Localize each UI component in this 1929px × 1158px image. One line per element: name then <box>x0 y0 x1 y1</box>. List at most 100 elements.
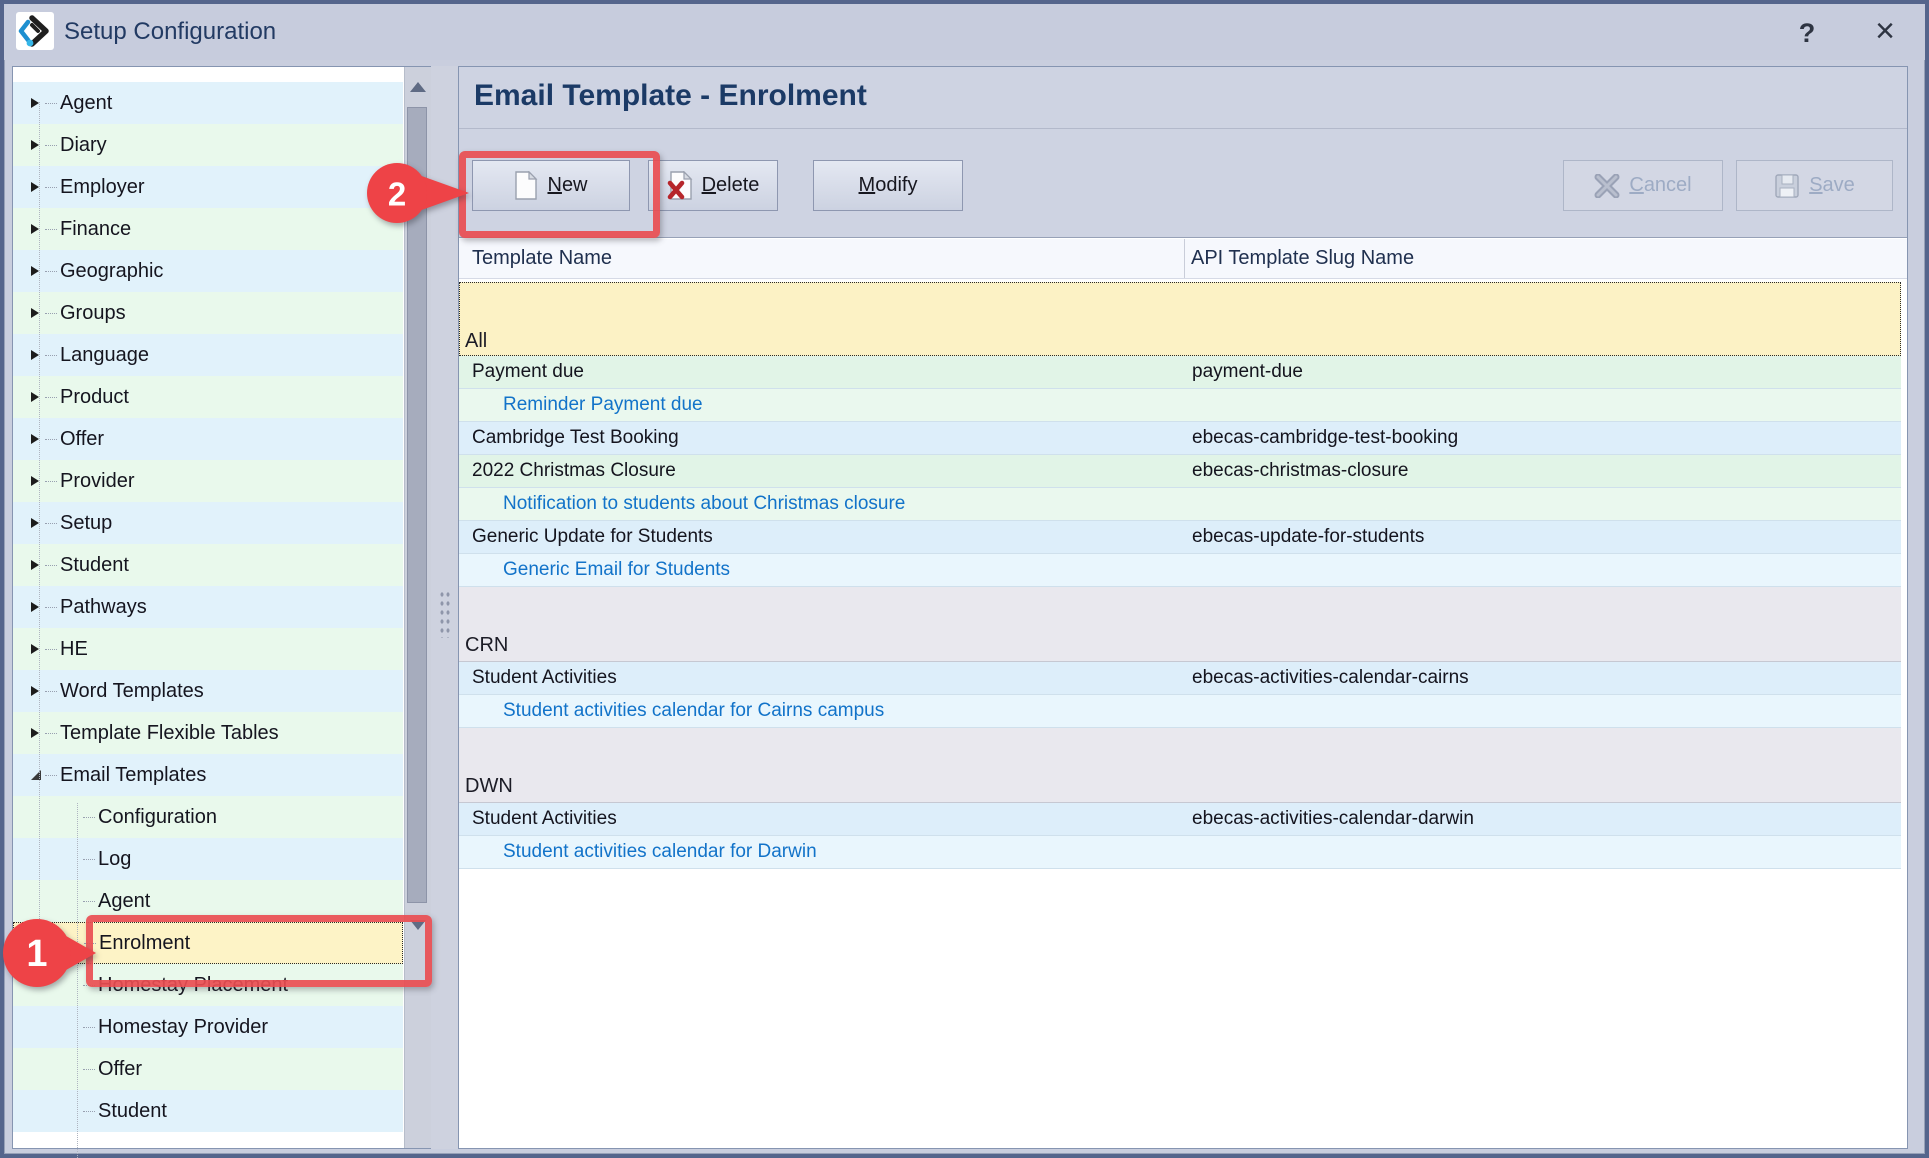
sidebar-item-diary[interactable]: Diary <box>13 124 403 166</box>
group-header-crn[interactable]: CRN <box>459 587 1901 662</box>
sidebar-item-finance[interactable]: Finance <box>13 208 403 250</box>
template-description-row[interactable]: Generic Email for Students <box>459 554 1901 587</box>
cancel-button-label: Cancel <box>1629 174 1691 197</box>
template-description-row[interactable]: Student activities calendar for Cairns c… <box>459 695 1901 728</box>
expander-icon[interactable] <box>31 182 43 192</box>
sidebar-item-label: Student <box>98 1100 167 1123</box>
svg-text:1: 1 <box>26 933 47 975</box>
expander-icon[interactable] <box>31 350 43 360</box>
template-description-row[interactable]: Student activities calendar for Darwin <box>459 836 1901 869</box>
table-header: Template Name API Template Slug Name <box>459 239 1907 279</box>
template-row-payment-due[interactable]: Payment duepayment-due <box>459 356 1901 389</box>
api-slug-cell: payment-due <box>1192 361 1303 383</box>
tree-connector <box>45 523 57 524</box>
expander-icon[interactable] <box>31 644 43 654</box>
tree-connector <box>45 229 57 230</box>
sidebar-item-configuration[interactable]: Configuration <box>13 796 403 838</box>
template-table-body: AllPayment duepayment-due Reminder Paymen… <box>459 282 1901 869</box>
template-row-student-activities[interactable]: Student Activitiesebecas-activities-cale… <box>459 662 1901 695</box>
group-header-dwn[interactable]: DWN <box>459 728 1901 803</box>
template-row-2022-christmas-closure[interactable]: 2022 Christmas Closure ebecas-christmas-c… <box>459 455 1901 488</box>
sidebar-item-groups[interactable]: Groups <box>13 292 403 334</box>
tree-connector <box>45 565 57 566</box>
sidebar-item-offer[interactable]: Offer <box>13 418 403 460</box>
expander-icon[interactable] <box>31 266 43 276</box>
template-table: Template Name API Template Slug Name All… <box>459 237 1907 1148</box>
template-row-cambridge-test-booking[interactable]: Cambridge Test Bookingebecas-cambridge-t… <box>459 422 1901 455</box>
expander-icon[interactable] <box>31 98 43 108</box>
sidebar-item-setup[interactable]: Setup <box>13 502 403 544</box>
annotation-rect-new-button <box>459 151 660 238</box>
column-header-template-name[interactable]: Template Name <box>459 239 1185 278</box>
modify-button[interactable]: Modify <box>813 160 963 211</box>
close-button[interactable]: × <box>1866 12 1904 50</box>
sidebar-item-pathways[interactable]: Pathways <box>13 586 403 628</box>
sidebar-item-agent[interactable]: Agent <box>13 82 403 124</box>
tree-connector <box>83 817 95 818</box>
template-description-link[interactable]: Notification to students about Christmas… <box>503 493 905 515</box>
toolbar: New Delete Modify Cancel <box>459 129 1907 237</box>
sidebar-item-employer[interactable]: Employer <box>13 166 403 208</box>
sidebar-item-geographic[interactable]: Geographic <box>13 250 403 292</box>
template-description-link[interactable]: Student activities calendar for Darwin <box>503 841 817 863</box>
sidebar-item-template-flexible-tables[interactable]: Template Flexible Tables <box>13 712 403 754</box>
sidebar-item-homestay-provider[interactable]: Homestay Provider <box>13 1006 403 1048</box>
template-row-student-activities[interactable]: Student Activitiesebecas-activities-cale… <box>459 803 1901 836</box>
save-button[interactable]: Save <box>1736 160 1893 211</box>
tree-connector <box>83 1069 95 1070</box>
template-description-link[interactable]: Generic Email for Students <box>503 559 730 581</box>
splitter-grip-icon[interactable] <box>439 590 451 638</box>
api-slug-cell: ebecas-activities-calendar-darwin <box>1192 808 1474 830</box>
expander-icon[interactable] <box>31 476 43 486</box>
expander-icon[interactable] <box>31 308 43 318</box>
save-floppy-icon <box>1774 173 1800 199</box>
sidebar-item-email-templates[interactable]: Email Templates <box>13 754 403 796</box>
expander-icon[interactable] <box>31 392 43 402</box>
sidebar-item-provider[interactable]: Provider <box>13 460 403 502</box>
sidebar-item-label: Student <box>60 554 129 577</box>
sidebar-item-label: Language <box>60 344 149 367</box>
expander-icon[interactable] <box>31 602 43 612</box>
api-slug-cell: ebecas-christmas-closure <box>1192 460 1408 482</box>
sidebar-item-student[interactable]: Student <box>13 1090 403 1132</box>
expander-icon[interactable] <box>31 770 43 780</box>
api-slug-cell: ebecas-cambridge-test-booking <box>1192 427 1458 449</box>
sidebar-item-log[interactable]: Log <box>13 838 403 880</box>
template-description-row[interactable]: Reminder Payment due <box>459 389 1901 422</box>
expander-icon[interactable] <box>31 140 43 150</box>
sidebar-item-product[interactable]: Product <box>13 376 403 418</box>
template-row-generic-update-for-students[interactable]: Generic Update for Studentsebecas-update… <box>459 521 1901 554</box>
sidebar-item-student[interactable]: Student <box>13 544 403 586</box>
column-header-api-slug[interactable]: API Template Slug Name <box>1185 239 1907 278</box>
sidebar-item-offer[interactable]: Offer <box>13 1048 403 1090</box>
annotation-rect-enrolment <box>86 915 432 987</box>
sidebar-item-language[interactable]: Language <box>13 334 403 376</box>
sidebar-item-he[interactable]: HE <box>13 628 403 670</box>
sidebar-item-label: Geographic <box>60 260 163 283</box>
sidebar-item-label: Configuration <box>98 806 217 829</box>
cancel-button[interactable]: Cancel <box>1563 160 1723 211</box>
template-name-cell: 2022 Christmas Closure <box>472 460 676 482</box>
sidebar-item-label: Offer <box>98 1058 142 1081</box>
tree-connector <box>83 901 95 902</box>
email-template-panel: Email Template - Enrolment New Delete M <box>458 66 1908 1149</box>
group-header-all[interactable]: All <box>459 282 1901 356</box>
delete-button[interactable]: Delete <box>648 160 778 211</box>
expander-icon[interactable] <box>31 686 43 696</box>
template-description-link[interactable]: Student activities calendar for Cairns c… <box>503 700 884 722</box>
setup-configuration-window: Setup Configuration ? × Agent Diary Empl… <box>0 0 1929 1158</box>
scroll-up-icon[interactable] <box>405 69 431 105</box>
sidebar-item-label: Word Templates <box>60 680 204 703</box>
expander-icon[interactable] <box>31 560 43 570</box>
expander-icon[interactable] <box>31 728 43 738</box>
template-description-link[interactable]: Reminder Payment due <box>503 394 703 416</box>
tree-connector <box>45 313 57 314</box>
expander-icon[interactable] <box>31 434 43 444</box>
tree-connector <box>45 397 57 398</box>
help-button[interactable]: ? <box>1790 16 1824 50</box>
sidebar-item-label: Finance <box>60 218 131 241</box>
expander-icon[interactable] <box>31 224 43 234</box>
expander-icon[interactable] <box>31 518 43 528</box>
sidebar-item-word-templates[interactable]: Word Templates <box>13 670 403 712</box>
template-description-row[interactable]: Notification to students about Christmas… <box>459 488 1901 521</box>
